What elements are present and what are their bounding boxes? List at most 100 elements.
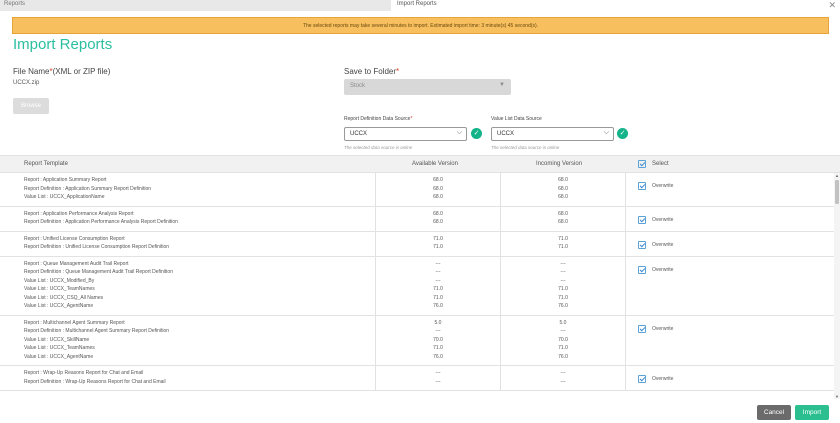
overwrite-checkbox[interactable]: [638, 375, 646, 383]
overwrite-checkbox[interactable]: [638, 324, 646, 333]
file-name-label-suffix: (XML or ZIP file): [52, 67, 111, 76]
available-version: 71.0: [433, 235, 443, 242]
close-icon[interactable]: ✕: [828, 0, 836, 10]
report-item-name: Value List : UCCX_AgentName: [24, 303, 94, 309]
overwrite-label: Overwrite: [652, 266, 674, 273]
available-version: 76.0: [433, 303, 443, 309]
report-item-name: Value List : UCCX_CSQ_All Names: [24, 294, 104, 301]
overwrite-label: Overwrite: [652, 376, 674, 382]
column-divider: [625, 256, 626, 315]
report-definition-ds-hint: The selected data source is online: [344, 145, 413, 150]
report-item-name: Report Definition : Application Summary …: [24, 185, 152, 192]
available-version: 68.0: [433, 185, 443, 192]
available-version: 71.0: [433, 294, 443, 301]
incoming-version: 68.0: [558, 210, 568, 217]
page-title: Import Reports: [13, 36, 113, 53]
report-item-name: Report Definition : Queue Management Aud…: [24, 269, 173, 275]
save-to-folder-label-text: Save to Folder: [344, 67, 397, 76]
overwrite-checkbox[interactable]: [638, 215, 646, 224]
incoming-version: ---: [560, 277, 566, 284]
chevron-down-icon: ⌵: [603, 129, 609, 136]
table-header: Report Template Available Version Incomi…: [0, 155, 840, 173]
tab-reports[interactable]: Reports: [4, 1, 25, 7]
save-to-folder-value: Stock: [350, 83, 366, 89]
column-divider: [500, 366, 501, 390]
required-mark: *: [410, 116, 413, 122]
header-select: Select: [652, 161, 669, 167]
incoming-version: 76.0: [558, 303, 568, 309]
available-version: ---: [435, 260, 441, 267]
available-version: ---: [435, 328, 441, 334]
available-version: 68.0: [433, 210, 443, 217]
overwrite-label: Overwrite: [652, 325, 674, 332]
file-name-value: UCCX.zip: [13, 80, 40, 86]
report-item-name: Report Definition : Wrap-Up Reasons Repo…: [24, 378, 166, 385]
tab-bar: Reports Import Reports ✕: [0, 0, 840, 11]
report-item-name: Report : Queue Management Audit Trail Re…: [24, 260, 129, 267]
available-version: 68.0: [433, 177, 443, 183]
column-divider: [375, 256, 376, 315]
tab-import-reports[interactable]: Import Reports: [391, 0, 840, 11]
chevron-down-icon: ⌵: [456, 129, 462, 136]
incoming-version: ---: [560, 328, 566, 334]
incoming-version: 68.0: [558, 194, 568, 200]
table-row: Report : Multichannel Agent Summary Repo…: [0, 315, 834, 366]
incoming-version: 68.0: [558, 219, 568, 225]
banner-text: The selected reports may take several mi…: [302, 23, 539, 29]
incoming-version: 68.0: [558, 177, 568, 183]
report-item-name: Report Definition : Unified License Cons…: [24, 244, 170, 250]
incoming-version: 71.0: [558, 345, 568, 351]
incoming-version: ---: [560, 269, 566, 275]
scrollbar-thumb[interactable]: [835, 180, 839, 204]
warning-banner: The selected reports may take several mi…: [12, 17, 829, 34]
scroll-down-icon[interactable]: ▼: [835, 394, 839, 399]
browse-button[interactable]: Browse: [13, 98, 49, 114]
report-item-name: Report : Multichannel Agent Summary Repo…: [24, 319, 125, 326]
report-item-name: Report : Wrap-Up Reasons Report for Chat…: [24, 370, 144, 376]
overwrite-checkbox[interactable]: [638, 240, 646, 249]
report-definition-ds-select[interactable]: UCCX ⌵: [344, 127, 467, 141]
column-divider: [375, 173, 376, 206]
available-version: ---: [435, 269, 441, 275]
overwrite-checkbox[interactable]: [638, 265, 646, 274]
column-divider: [625, 173, 626, 206]
column-divider: [500, 173, 501, 206]
value-list-ds-value: UCCX: [497, 131, 515, 137]
tab-import-reports-label: Import Reports: [397, 1, 437, 7]
select-all-checkbox[interactable]: [638, 160, 646, 168]
incoming-version: 68.0: [558, 185, 568, 192]
table-row: Report : Application Summary Report 68.0 6…: [0, 173, 834, 207]
column-divider: [500, 315, 501, 365]
cancel-button[interactable]: Cancel: [757, 405, 791, 420]
report-item-name: Report : Unified License Consumption Rep…: [24, 235, 125, 242]
column-divider: [375, 206, 376, 231]
value-list-ds-label: Value List Data Source: [491, 116, 542, 122]
report-definition-ds-label: Report Definition Data Source*: [344, 116, 412, 122]
incoming-version: ---: [560, 370, 566, 376]
available-version: 70.0: [433, 336, 443, 343]
report-item-name: Value List : UCCX_TeamNames: [24, 286, 95, 292]
value-list-ds-select[interactable]: UCCX ⌵: [491, 127, 614, 141]
scrollbar[interactable]: ▲ ▼: [834, 173, 840, 399]
incoming-version: ---: [560, 260, 566, 267]
column-divider: [625, 231, 626, 256]
report-item-name: Report Definition : Multichannel Agent S…: [24, 328, 170, 334]
report-item-name: Value List : UCCX_ApplicationName: [24, 194, 105, 200]
column-divider: [375, 366, 376, 390]
check-circle-icon: ✓: [471, 128, 482, 139]
import-button[interactable]: Import: [795, 405, 829, 420]
overwrite-label: Overwrite: [652, 183, 674, 189]
incoming-version: 5.0: [559, 319, 567, 326]
incoming-version: 70.0: [558, 336, 568, 343]
save-to-folder-select[interactable]: Stock ▼: [344, 79, 511, 95]
incoming-version: 76.0: [558, 353, 568, 360]
overwrite-checkbox[interactable]: [638, 182, 646, 190]
report-item-name: Value List : UCCX_AgentName: [24, 353, 94, 360]
available-version: ---: [435, 378, 441, 385]
report-item-name: Value List : UCCX_TeamNames: [24, 345, 95, 351]
available-version: 68.0: [433, 194, 443, 200]
save-to-folder-label: Save to Folder*: [344, 67, 399, 76]
column-divider: [500, 231, 501, 256]
scroll-up-icon[interactable]: ▲: [835, 173, 839, 178]
report-item-name: Report : Application Summary Report: [24, 177, 107, 183]
